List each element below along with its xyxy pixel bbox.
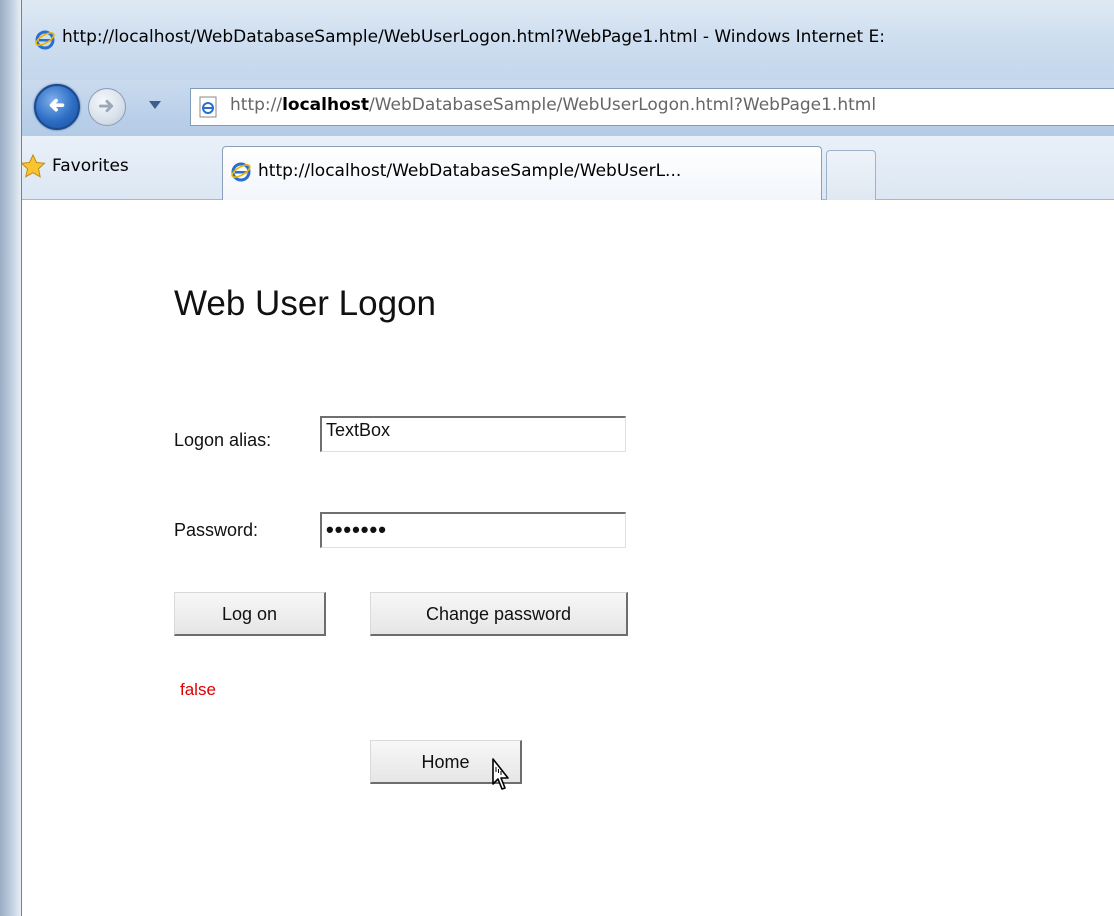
ie-tab-icon <box>231 162 251 182</box>
change-password-button[interactable]: Change password <box>370 592 628 636</box>
page-icon <box>199 96 217 118</box>
logon-alias-input[interactable]: TextBox <box>320 416 626 452</box>
back-arrow-icon <box>49 98 65 112</box>
back-button[interactable] <box>34 84 80 130</box>
tab-label[interactable]: http://localhost/WebDatabaseSample/WebUs… <box>258 161 681 181</box>
page-content <box>0 200 1114 916</box>
window-left-border <box>0 0 22 916</box>
status-text: false <box>180 680 216 699</box>
logon-alias-value: TextBox <box>326 420 391 440</box>
password-label: Password: <box>174 520 259 540</box>
favorites-button[interactable]: Favorites <box>52 156 129 176</box>
address-host: localhost <box>282 95 370 115</box>
mouse-pointer-icon <box>492 758 509 790</box>
forward-arrow-icon <box>98 99 114 113</box>
password-value: ••••••• <box>326 517 387 542</box>
log-on-button[interactable]: Log on <box>174 592 326 636</box>
password-input[interactable]: ••••••• <box>320 512 626 548</box>
page-title: Web User Logon <box>174 284 437 323</box>
logon-alias-label: Logon alias: <box>174 430 272 450</box>
star-icon[interactable] <box>20 154 46 178</box>
window-title: http://localhost/WebDatabaseSample/WebUs… <box>62 27 886 47</box>
address-prefix: http:// <box>230 95 283 115</box>
address-text[interactable]: http://localhost/WebDatabaseSample/WebUs… <box>230 95 876 115</box>
address-path: /WebDatabaseSample/WebUserLogon.html?Web… <box>369 95 877 115</box>
recent-pages-dropdown-icon[interactable] <box>148 100 162 110</box>
new-tab-button[interactable] <box>826 150 876 200</box>
ie-icon <box>35 30 55 50</box>
forward-button[interactable] <box>88 88 126 126</box>
